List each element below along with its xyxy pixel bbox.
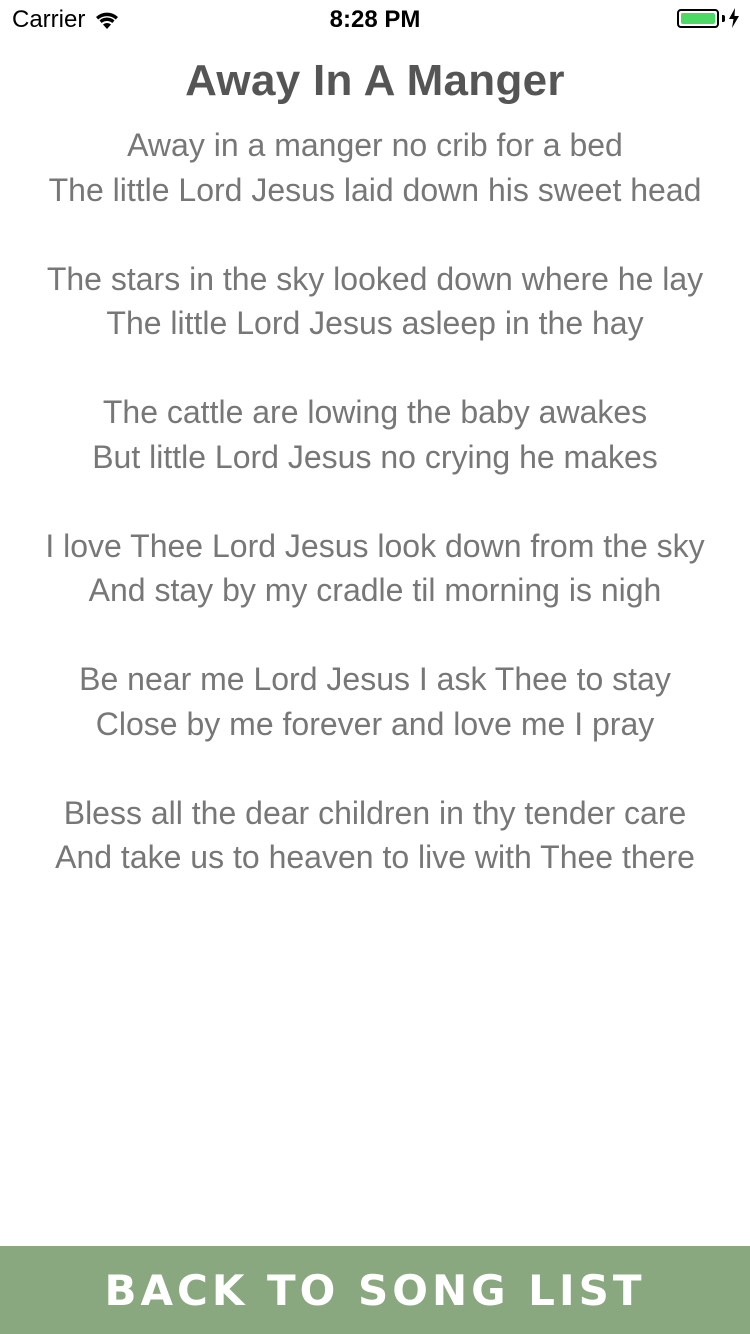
verse: Away in a manger no crib for a bed The li… [40,123,710,212]
verse: The stars in the sky looked down where h… [40,257,710,346]
lyric-line: The little Lord Jesus asleep in the hay [106,305,644,341]
status-bar: Carrier 8:28 PM [0,0,750,40]
lyric-line: Away in a manger no crib for a bed [127,127,623,163]
battery-fill [681,12,715,24]
lyric-line: The stars in the sky looked down where h… [46,260,704,297]
verse: The cattle are lowing the baby awakes But… [40,390,710,479]
song-lyrics: Away in a manger no crib for a bed The li… [40,123,710,924]
song-title: Away In A Manger [185,56,565,105]
lyric-line: The cattle are lowing the baby awakes [102,394,648,430]
verse: I love Thee Lord Jesus look down from th… [40,524,710,613]
lyric-line: Close by me forever and love me I pray [95,705,655,742]
verse: Bless all the dear children in thy tende… [40,791,710,880]
lyric-line: Be near me Lord Jesus I ask Thee to stay [79,661,671,697]
lyric-line: I love Thee Lord Jesus look down from th… [45,527,705,564]
clock: 8:28 PM [329,6,421,33]
battery-indicator [677,8,740,28]
lyric-line: But little Lord Jesus no crying he makes [92,438,658,475]
battery-tip [722,14,725,22]
back-to-song-list-button[interactable]: Back to Song List [0,1246,750,1334]
battery-icon [677,8,719,28]
lyric-line: And take us to heaven to live with Thee … [55,839,695,875]
lyric-line: The little Lord Jesus laid down his swee… [48,171,702,208]
charging-bolt-icon [729,8,739,28]
lyric-line: Bless all the dear children in thy tende… [63,794,687,831]
lyric-line: And stay by my cradle til morning is nig… [88,572,662,608]
verse: Be near me Lord Jesus I ask Thee to stay… [40,657,710,746]
